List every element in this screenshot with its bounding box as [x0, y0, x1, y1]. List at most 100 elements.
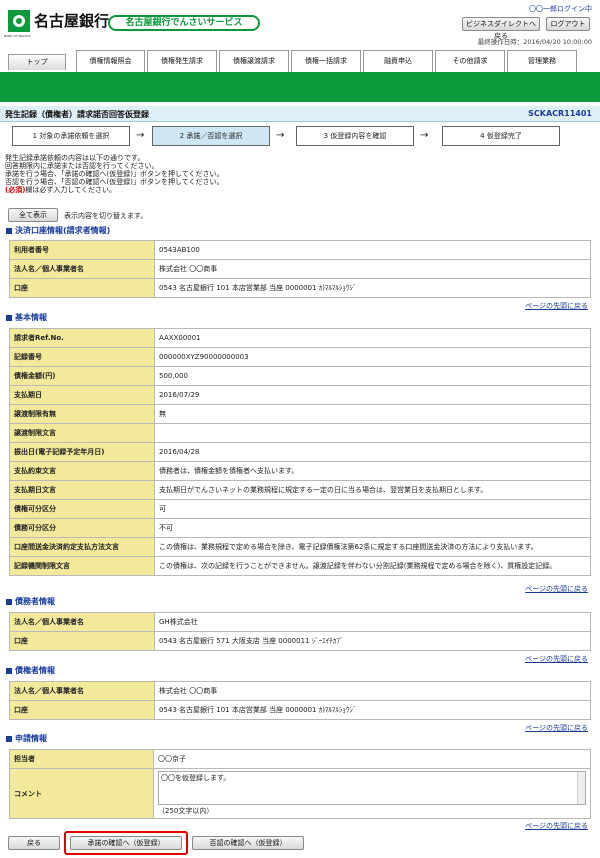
account-table: 利用者番号 0543AB100 法人名／個人事業者名 株式会社 〇〇商事 口座 054…: [9, 240, 591, 298]
intro-line: 否認を行う場合、「否認の確認へ(仮登録)」ボタンを押してください。: [5, 178, 224, 186]
step-3: 3 仮登録内容を確認: [296, 126, 414, 146]
logo: [6, 8, 32, 34]
row-value: 債務者は、債権金額を債権者へ支払います。: [154, 461, 591, 481]
row-value: 0543 名古屋銀行 101 本店営業部 当座 0000001 ｶ)ﾏﾙﾏﾙｼｮ…: [154, 700, 591, 720]
row-label: 支払期日文言: [9, 480, 155, 500]
comment-limit: （250文字以内）: [158, 807, 214, 815]
section-bullet-icon: [6, 735, 12, 742]
required-text: 欄は必ず入力してください。: [25, 186, 116, 194]
row-value: 000000XYZ90000000003: [154, 347, 591, 367]
row-label: 法人名／個人事業者名: [9, 681, 155, 701]
tab-transfer-request[interactable]: 債権譲渡請求: [219, 50, 289, 72]
page-top-link[interactable]: ページの先頭に戻る: [525, 723, 588, 733]
required-mark: (必須): [5, 186, 26, 194]
intro-line: 回答期限内に承諾または否認を行ってください。: [5, 162, 159, 170]
row-label: 口座: [9, 700, 155, 720]
row-label: 法人名／個人事業者名: [9, 612, 155, 632]
row-value: GH株式会社: [154, 612, 591, 632]
comment-label: コメント: [9, 768, 154, 819]
section-title-application: 申請情報: [6, 734, 47, 744]
section-title-creditor: 債権者情報: [6, 666, 55, 676]
step-arrow-icon: →: [420, 130, 429, 141]
basic-info-table: 請求者Ref.No. AAXX00001 記録番号 000000XYZ9000000…: [9, 328, 591, 576]
row-value: 0543 名古屋銀行 101 本店営業部 当座 0000001 ｶ)ﾏﾙﾏﾙｼｮ…: [154, 278, 591, 298]
row-value: 不可: [154, 518, 591, 538]
tab-bulk-request[interactable]: 債権一括請求: [291, 50, 361, 72]
service-name: 名古屋銀行でんさいサービス: [108, 15, 260, 31]
row-label: 支払約束文言: [9, 461, 155, 481]
row-value: この債権は、次の記録を行うことができません。譲渡記録を伴わない分割記録(業務規程…: [154, 556, 591, 576]
row-label: 債権可分区分: [9, 499, 155, 519]
page-top-link[interactable]: ページの先頭に戻る: [525, 821, 588, 831]
section-bullet-icon: [6, 314, 12, 321]
intro-line: 承諾を行う場合、「承諾の確認へ(仮登録)」ボタンを押してください。: [5, 170, 224, 178]
row-value: この債権は、業務規程で定める場合を除き、電子記録債権法第62条に規定する口座間送…: [154, 537, 591, 557]
row-label: 利用者番号: [9, 240, 155, 260]
back-button[interactable]: 戻る: [8, 836, 60, 850]
row-label: 記録番号: [9, 347, 155, 367]
row-value: 0543AB100: [154, 240, 591, 260]
row-label: 支払期日: [9, 385, 155, 405]
row-value: 可: [154, 499, 591, 519]
logout-button[interactable]: ログアウト: [546, 17, 590, 31]
row-value: 500,000: [154, 366, 591, 386]
show-all-button[interactable]: 全て表示: [8, 208, 58, 222]
row-label: 振出日(電子記録予定年月日): [9, 442, 155, 462]
comment-textarea[interactable]: 〇〇を仮登録します。: [158, 771, 586, 805]
page-top-link[interactable]: ページの先頭に戻る: [525, 301, 588, 311]
debtor-table: 法人名／個人事業者名 GH株式会社 口座 0543 名古屋銀行 571 大阪支店 当…: [9, 612, 591, 651]
section-bullet-icon: [6, 227, 12, 234]
row-value: 無: [154, 404, 591, 424]
person-value: 〇〇京子: [153, 749, 591, 769]
last-operation-time: 最終操作日時：2016/04/20 10:00:00: [477, 38, 592, 46]
tab-claim-inquiry[interactable]: 債権情報照会: [76, 50, 145, 72]
business-direct-button[interactable]: ビジネスダイレクトへ戻る: [462, 17, 540, 40]
textarea-scrollbar[interactable]: [577, 772, 585, 804]
tab-other-request[interactable]: その他請求: [435, 50, 505, 72]
row-value: 株式会社 〇〇商事: [154, 259, 591, 279]
row-label: 債務可分区分: [9, 518, 155, 538]
creditor-table: 法人名／個人事業者名 株式会社 〇〇商事 口座 0543 名古屋銀行 101 本店営…: [9, 681, 591, 720]
row-label: 譲渡制限有無: [9, 404, 155, 424]
tab-loan-application[interactable]: 融資申込: [363, 50, 433, 72]
tab-issue-request[interactable]: 債権発生請求: [147, 50, 217, 72]
green-nav-bar: [0, 72, 600, 102]
row-label: 法人名／個人事業者名: [9, 259, 155, 279]
intro-text: 発生記録承諾依頼の内容は以下の通りです。 回答期限内に承諾または否認を行ってくだ…: [5, 154, 224, 194]
row-value: 株式会社 〇〇商事: [154, 681, 591, 701]
section-bullet-icon: [6, 667, 12, 674]
section-title-account: 決済口座情報(請求者情報): [6, 226, 110, 236]
bank-name: 名古屋銀行: [34, 12, 110, 30]
show-all-text: 表示内容を切り替えます。: [64, 212, 148, 220]
row-label: 譲渡制限文言: [9, 423, 155, 443]
row-label: 口座間送金決済約定支払方法文言: [9, 537, 155, 557]
row-label: 記録機関制限文言: [9, 556, 155, 576]
logo-sub: BANK OF NAGOYA: [4, 34, 31, 38]
tab-top[interactable]: トップ: [8, 54, 66, 70]
row-value: AAXX00001: [154, 328, 591, 348]
screen-code: SCKACR11401: [528, 109, 592, 118]
intro-line: 発生記録承諾依頼の内容は以下の通りです。: [5, 154, 145, 162]
person-label: 担当者: [9, 749, 154, 769]
page-top-link[interactable]: ページの先頭に戻る: [525, 584, 588, 594]
page-top-link[interactable]: ページの先頭に戻る: [525, 654, 588, 664]
section-title-debtor: 債務者情報: [6, 597, 55, 607]
deny-confirm-button[interactable]: 否認の確認へ（仮登録）: [192, 836, 304, 850]
row-value: 0543 名古屋銀行 571 大阪支店 当座 0000011 ｼﾞｰｴｲﾁｶﾌﾞ: [154, 631, 591, 651]
step-4: 4 仮登録完了: [442, 126, 560, 146]
row-value: [154, 423, 591, 443]
section-title-basic: 基本情報: [6, 313, 47, 323]
page-title: 発生記録（債権者）請求諾否回答仮登録: [5, 110, 149, 119]
section-bullet-icon: [6, 598, 12, 605]
step-2: 2 承諾／否認を選択: [152, 126, 270, 146]
step-arrow-icon: →: [136, 130, 145, 141]
row-label: 口座: [9, 278, 155, 298]
step-arrow-icon: →: [276, 130, 285, 141]
user-status: 〇〇一郎ログイン中: [529, 5, 592, 13]
row-label: 請求者Ref.No.: [9, 328, 155, 348]
row-value: 2016/04/28: [154, 442, 591, 462]
row-value: 支払期日がでんさいネットの業務規程に規定する一定の日に当る場合は、翌営業日を支払…: [154, 480, 591, 500]
row-label: 口座: [9, 631, 155, 651]
approve-confirm-button[interactable]: 承諾の確認へ（仮登録）: [70, 836, 182, 850]
tab-management[interactable]: 管理業務: [507, 50, 577, 72]
